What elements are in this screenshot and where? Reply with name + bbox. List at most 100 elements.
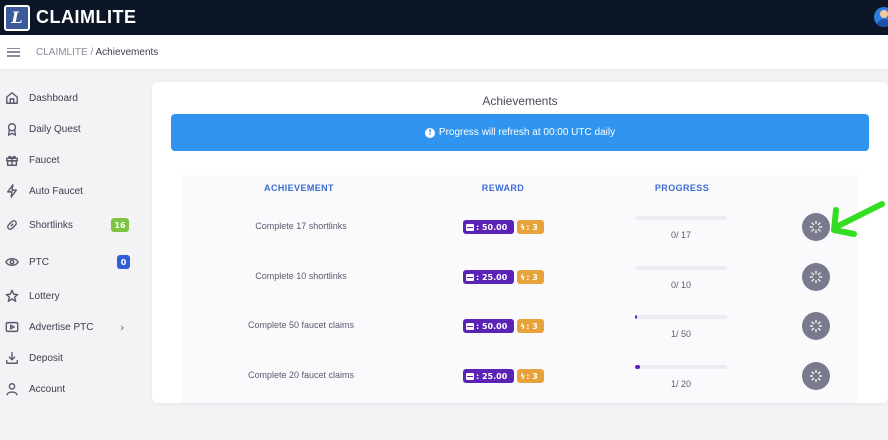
sidebar-item-label: Dashboard — [29, 92, 78, 104]
token-icon — [466, 322, 474, 330]
sidebar-item-lottery[interactable]: Lottery — [0, 285, 150, 307]
sidebar-item-daily-quest[interactable]: Daily Quest — [0, 118, 150, 140]
claim-button[interactable] — [802, 362, 830, 390]
download-icon — [6, 352, 18, 364]
ptc-count-badge: 0 — [117, 255, 130, 269]
table-row: Complete 20 faucet claims : 25.00 ϟ: 3 1… — [181, 355, 858, 403]
sidebar-item-label: Advertise PTC — [29, 321, 94, 333]
sidebar-item-label: Deposit — [29, 352, 63, 364]
energy-reward-badge: ϟ: 3 — [517, 319, 544, 333]
token-icon — [466, 273, 474, 281]
token-amount: : 25.00 — [476, 371, 508, 381]
energy-reward-badge: ϟ: 3 — [517, 220, 544, 234]
energy-amount: : 3 — [526, 272, 538, 282]
progress-fill — [635, 365, 640, 369]
energy-amount: : 3 — [526, 321, 538, 331]
logo-icon[interactable]: L — [4, 4, 30, 31]
star-icon — [5, 289, 19, 302]
energy-amount: : 3 — [526, 222, 538, 232]
menu-toggle-icon[interactable] — [7, 47, 20, 57]
column-header-reward: REWARD — [481, 183, 525, 193]
sidebar-item-deposit[interactable]: Deposit — [0, 347, 150, 369]
breadcrumb-current: Achievements — [95, 46, 159, 58]
column-header-achievement: ACHIEVEMENT — [264, 183, 334, 193]
shortlinks-count-badge: 16 — [111, 218, 129, 232]
refresh-info-alert: ! Progress will refresh at 00:00 UTC dai… — [171, 114, 869, 151]
energy-bolt-icon: ϟ — [520, 371, 526, 381]
energy-bolt-icon: ϟ — [520, 222, 526, 232]
sidebar-item-shortlinks[interactable]: Shortlinks 16 — [0, 214, 150, 236]
sidebar-item-auto-faucet[interactable]: Auto Faucet — [0, 180, 150, 202]
loading-spinner-icon — [809, 319, 823, 333]
breadcrumb: CLAIMLITE / Achievements — [36, 47, 158, 58]
progress-bar — [635, 266, 727, 270]
progress-bar — [635, 315, 727, 319]
progress-bar — [635, 216, 727, 220]
sidebar: Dashboard Daily Quest Faucet Auto Faucet… — [0, 80, 150, 403]
energy-reward-badge: ϟ: 3 — [517, 369, 544, 383]
progress-text: 1/ 20 — [670, 379, 692, 389]
annotation-arrow-icon — [831, 201, 885, 237]
breadcrumb-bar: CLAIMLITE / Achievements — [0, 35, 888, 70]
sidebar-item-label: Daily Quest — [29, 123, 81, 135]
user-icon — [6, 383, 18, 396]
sidebar-item-label: Account — [29, 383, 66, 395]
play-icon — [5, 321, 19, 333]
token-icon — [466, 223, 474, 231]
sidebar-item-dashboard[interactable]: Dashboard — [0, 87, 150, 109]
sidebar-item-ptc[interactable]: PTC 0 — [0, 251, 150, 273]
energy-bolt-icon: ϟ — [520, 321, 526, 331]
award-icon — [7, 123, 17, 136]
energy-amount: : 3 — [526, 371, 538, 381]
token-reward-badge: : 50.00 — [463, 319, 514, 333]
table-row: Complete 10 shortlinks : 25.00 ϟ: 3 0/ 1… — [181, 256, 858, 304]
sidebar-item-label: Faucet — [29, 154, 60, 166]
achievement-text: Complete 10 shortlinks — [255, 271, 347, 281]
claim-button[interactable] — [802, 213, 830, 241]
progress-text: 0/ 10 — [670, 280, 692, 290]
eye-icon — [5, 258, 19, 266]
progress-bar — [635, 365, 727, 369]
sidebar-item-faucet[interactable]: Faucet — [0, 149, 150, 171]
energy-reward-badge: ϟ: 3 — [517, 270, 544, 284]
achievement-text: Complete 20 faucet claims — [247, 370, 355, 380]
token-amount: : 25.00 — [476, 272, 508, 282]
achievement-text: Complete 50 faucet claims — [247, 320, 355, 330]
achievement-text: Complete 17 shortlinks — [255, 221, 347, 231]
token-amount: : 50.00 — [476, 321, 508, 331]
top-bar: L CLAIMLITE — [0, 0, 888, 35]
token-icon — [466, 372, 474, 380]
bolt-icon — [6, 184, 18, 198]
loading-spinner-icon — [809, 369, 823, 383]
progress-fill — [635, 315, 638, 319]
sidebar-item-label: Lottery — [29, 290, 60, 302]
column-header-progress: PROGRESS — [654, 183, 710, 193]
energy-bolt-icon: ϟ — [520, 272, 526, 282]
brand-name[interactable]: CLAIMLITE — [36, 7, 137, 28]
token-reward-badge: : 50.00 — [463, 220, 514, 234]
chevron-right-icon: › — [120, 320, 125, 334]
token-amount: : 50.00 — [476, 222, 508, 232]
breadcrumb-root[interactable]: CLAIMLITE — [36, 47, 88, 58]
progress-text: 1/ 50 — [670, 329, 692, 339]
progress-text: 0/ 17 — [670, 230, 692, 240]
claim-button[interactable] — [802, 312, 830, 340]
table-row: Complete 17 shortlinks : 50.00 ϟ: 3 0/ 1… — [181, 206, 858, 254]
token-reward-badge: : 25.00 — [463, 369, 514, 383]
user-avatar-icon[interactable] — [874, 7, 888, 27]
loading-spinner-icon — [809, 220, 823, 234]
token-reward-badge: : 25.00 — [463, 270, 514, 284]
sidebar-item-label: Shortlinks — [29, 219, 73, 231]
home-icon — [6, 92, 18, 104]
sidebar-item-label: PTC — [29, 256, 49, 268]
link-icon — [7, 220, 17, 230]
gift-icon — [6, 155, 18, 166]
info-icon: ! — [424, 127, 435, 138]
page-title: Achievements — [482, 94, 558, 108]
sidebar-item-label: Auto Faucet — [29, 185, 83, 197]
alert-text: Progress will refresh at 00:00 UTC daily — [438, 127, 616, 138]
sidebar-item-advertise-ptc[interactable]: Advertise PTC › — [0, 316, 150, 338]
claim-button[interactable] — [802, 263, 830, 291]
table-row: Complete 50 faucet claims : 50.00 ϟ: 3 1… — [181, 305, 858, 353]
sidebar-item-account[interactable]: Account — [0, 378, 150, 400]
